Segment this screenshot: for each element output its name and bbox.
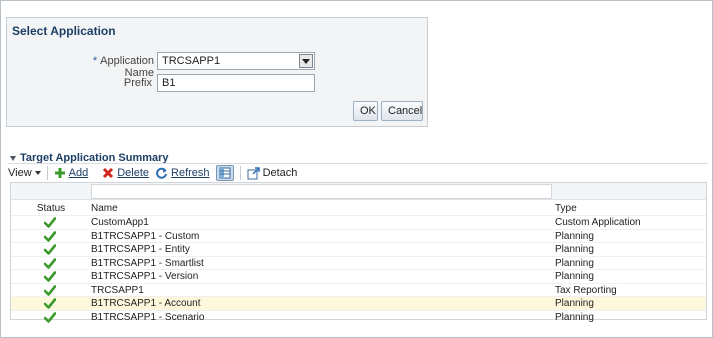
check-icon xyxy=(44,244,56,255)
status-column-header[interactable]: Status xyxy=(11,203,91,214)
view-menu[interactable]: View xyxy=(8,167,41,179)
table-row[interactable]: B1TRCSAPP1 - Version Planning xyxy=(11,269,706,283)
table-row[interactable]: B1TRCSAPP1 - Entity Planning xyxy=(11,242,706,256)
check-icon xyxy=(44,217,56,228)
delete-label: Delete xyxy=(117,167,150,179)
detach-icon xyxy=(247,166,260,179)
window-frame: Select Application * Application Name TRC… xyxy=(0,0,713,338)
table-row[interactable]: B1TRCSAPP1 - Custom Planning xyxy=(11,228,706,243)
delete-icon xyxy=(103,167,114,179)
row-name: B1TRCSAPP1 - Version xyxy=(91,271,199,282)
table-row[interactable]: B1TRCSAPP1 - Smartlist Planning xyxy=(11,255,706,270)
table-header: Status Name Type xyxy=(11,203,706,214)
type-column-header[interactable]: Type xyxy=(555,203,577,214)
filter-row xyxy=(11,183,706,200)
check-icon xyxy=(44,284,56,296)
toolbar-divider xyxy=(46,166,48,180)
check-icon xyxy=(44,298,56,309)
row-type: Planning xyxy=(555,271,594,282)
application-name-label: * Application Name xyxy=(62,55,154,79)
row-type: Planning xyxy=(555,311,594,323)
table-row[interactable]: B1TRCSAPP1 - Account Planning xyxy=(11,296,706,310)
add-icon xyxy=(54,168,65,178)
refresh-icon xyxy=(156,167,168,179)
application-name-value: TRCSAPP1 xyxy=(162,55,221,67)
row-type: Planning xyxy=(555,244,594,255)
check-icon xyxy=(44,311,56,323)
freeze-icon xyxy=(219,167,231,179)
cancel-button[interactable]: Cancel xyxy=(381,101,423,121)
table-row[interactable]: CustomApp1 Custom Application xyxy=(11,215,706,229)
delete-button[interactable]: Delete xyxy=(102,167,149,179)
add-button[interactable]: Add xyxy=(54,167,89,179)
add-label: Add xyxy=(68,167,89,179)
row-type: Planning xyxy=(555,298,594,309)
row-name: B1TRCSAPP1 - Account xyxy=(91,298,201,309)
table-row[interactable]: B1TRCSAPP1 - Scenario Planning xyxy=(11,309,706,324)
prefix-input[interactable] xyxy=(157,74,315,92)
prefix-label: Prefix xyxy=(123,77,152,89)
chevron-down-icon xyxy=(34,171,41,175)
row-name: B1TRCSAPP1 - Scenario xyxy=(91,311,205,323)
row-name: CustomApp1 xyxy=(91,217,149,228)
name-column-header[interactable]: Name xyxy=(91,203,118,214)
chevron-down-icon[interactable] xyxy=(299,54,313,68)
row-name: B1TRCSAPP1 - Entity xyxy=(91,244,190,255)
view-label: View xyxy=(8,167,32,179)
row-type: Custom Application xyxy=(555,217,641,228)
required-marker: * xyxy=(92,55,98,67)
row-type: Planning xyxy=(555,257,594,269)
check-icon xyxy=(44,271,56,282)
table-row[interactable]: TRCSAPP1 Tax Reporting xyxy=(11,282,706,297)
check-icon xyxy=(44,257,56,269)
toolbar-divider xyxy=(239,166,241,180)
detach-button[interactable]: Detach xyxy=(247,166,298,180)
target-application-table: Status Name Type CustomApp1 Custom Applic… xyxy=(10,182,707,323)
application-name-text: Application Name xyxy=(100,55,154,79)
ok-button[interactable]: OK xyxy=(353,101,378,121)
row-name: TRCSAPP1 xyxy=(91,284,144,296)
collapse-icon[interactable] xyxy=(10,155,16,161)
check-icon xyxy=(44,230,56,242)
row-name: B1TRCSAPP1 - Custom xyxy=(91,230,200,242)
name-filter-input[interactable] xyxy=(91,184,552,199)
refresh-label: Refresh xyxy=(171,167,210,179)
detach-label: Detach xyxy=(262,167,298,179)
freeze-button[interactable] xyxy=(215,165,234,181)
row-type: Tax Reporting xyxy=(555,284,617,296)
row-name: B1TRCSAPP1 - Smartlist xyxy=(91,257,204,269)
refresh-button[interactable]: Refresh xyxy=(155,167,210,180)
summary-toolbar: View Add Delete Refresh Detach xyxy=(8,163,708,182)
select-application-dialog: Select Application * Application Name TRC… xyxy=(6,17,428,127)
row-type: Planning xyxy=(555,230,594,242)
dialog-title: Select Application xyxy=(12,24,116,38)
table-body: CustomApp1 Custom Application B1TRCSAPP1 -… xyxy=(11,215,706,323)
application-name-select[interactable]: TRCSAPP1 xyxy=(157,52,315,70)
